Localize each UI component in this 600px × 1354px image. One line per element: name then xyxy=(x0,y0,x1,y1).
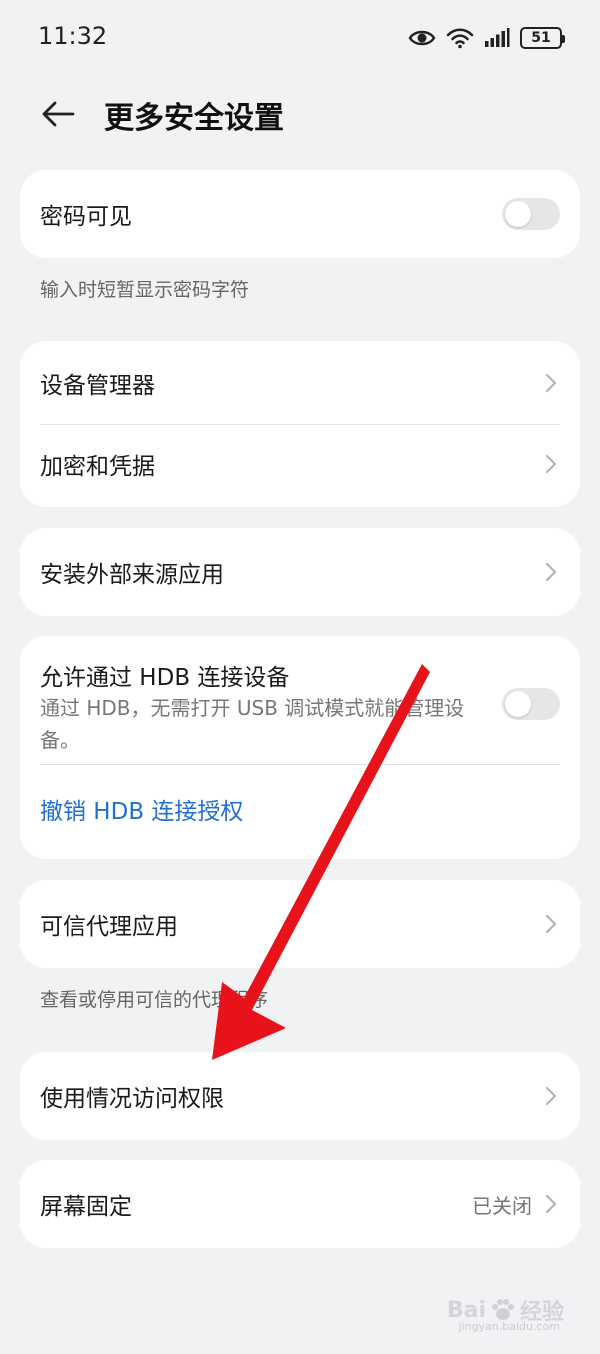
watermark-sub: jingyan.baidu.com xyxy=(458,1320,560,1333)
password-visible-caption: 输入时短暂显示密码字符 xyxy=(40,279,250,301)
usage-access-label: 使用情况访问权限 xyxy=(40,1086,224,1112)
status-icons: 51 xyxy=(408,24,565,52)
battery-icon: 51 xyxy=(520,27,565,49)
toggle-knob xyxy=(505,691,531,717)
status-time: 11:32 xyxy=(38,22,108,50)
hdb-title: 允许通过 HDB 连接设备 xyxy=(40,665,290,691)
arrow-left-icon xyxy=(42,101,75,127)
trust-agents-label: 可信代理应用 xyxy=(40,914,178,940)
password-visible-card: 密码可见 xyxy=(20,170,580,258)
wifi-icon xyxy=(446,28,474,49)
baidu-watermark: Bai 经验 jingyan.baidu.com xyxy=(446,1294,564,1334)
chevron-right-icon xyxy=(545,1086,557,1106)
back-button[interactable] xyxy=(34,90,82,138)
chevron-right-icon xyxy=(545,1194,557,1214)
external-apps-label: 安装外部来源应用 xyxy=(40,562,224,588)
external-apps-card: 安装外部来源应用 xyxy=(20,528,580,616)
page-title: 更多安全设置 xyxy=(104,101,284,136)
screen-pinning-status: 已关闭 xyxy=(472,1193,532,1218)
header: 更多安全设置 xyxy=(0,76,600,152)
trust-agents-card: 可信代理应用 xyxy=(20,880,580,968)
watermark-text: Bai xyxy=(446,1297,486,1323)
device-manager-row[interactable]: 设备管理器 xyxy=(20,341,580,425)
battery-level: 51 xyxy=(531,30,551,46)
toggle-knob xyxy=(505,201,531,227)
screen-pinning-card: 屏幕固定 已关闭 xyxy=(20,1160,580,1248)
chevron-right-icon xyxy=(545,562,557,582)
hdb-toggle[interactable] xyxy=(502,688,560,720)
hdb-description: 通过 HDB，无需打开 USB 调试模式就能管理设备。 xyxy=(40,696,465,752)
hdb-card: 允许通过 HDB 连接设备 通过 HDB，无需打开 USB 调试模式就能管理设备… xyxy=(20,636,580,859)
usage-access-card: 使用情况访问权限 xyxy=(20,1052,580,1140)
external-apps-row[interactable]: 安装外部来源应用 xyxy=(20,528,580,616)
signal-icon xyxy=(485,28,510,47)
chevron-right-icon xyxy=(545,454,557,474)
eye-icon xyxy=(408,30,436,46)
encryption-credentials-label: 加密和凭据 xyxy=(40,454,155,480)
trust-agents-row[interactable]: 可信代理应用 xyxy=(20,880,580,968)
screen-pinning-row[interactable]: 屏幕固定 已关闭 xyxy=(20,1160,580,1248)
screen-pinning-label: 屏幕固定 xyxy=(40,1194,132,1220)
chevron-right-icon xyxy=(545,914,557,934)
password-visible-row[interactable]: 密码可见 xyxy=(20,170,580,258)
password-visible-label: 密码可见 xyxy=(40,204,132,230)
trust-agents-caption: 查看或停用可信的代理程序 xyxy=(40,989,269,1011)
device-group-card: 设备管理器 加密和凭据 xyxy=(20,341,580,507)
password-visible-toggle[interactable] xyxy=(502,198,560,230)
device-manager-label: 设备管理器 xyxy=(40,373,155,399)
chevron-right-icon xyxy=(545,373,557,393)
status-bar: 11:32 51 xyxy=(0,0,600,76)
encryption-credentials-row[interactable]: 加密和凭据 xyxy=(20,425,580,503)
revoke-hdb-link[interactable]: 撤销 HDB 连接授权 xyxy=(40,792,243,826)
usage-access-row[interactable]: 使用情况访问权限 xyxy=(20,1052,580,1140)
divider xyxy=(40,764,560,765)
paw-icon xyxy=(491,1299,514,1320)
